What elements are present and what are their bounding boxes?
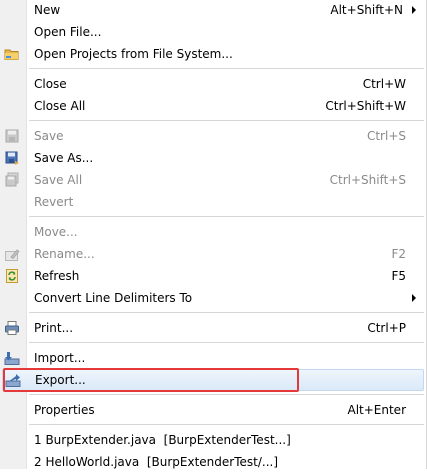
file-menu: New Alt+Shift+N Open File... Open Projec… (0, 0, 427, 469)
menu-item-move-label: Move... (34, 225, 78, 239)
menu-item-convert-label: Convert Line Delimiters To (34, 291, 193, 305)
menu-item-save-all[interactable]: Save All Ctrl+Shift+S (0, 169, 427, 191)
menu-item-export[interactable]: Export... (2, 369, 424, 391)
menu-separator (29, 68, 424, 69)
menu-item-close-all[interactable]: Close All Ctrl+Shift+W (0, 95, 427, 117)
menu-item-save-as[interactable]: Save As... (0, 147, 427, 169)
menu-item-open-file-label: Open File... (34, 25, 102, 39)
menu-separator (29, 342, 424, 343)
menu-separator (29, 424, 424, 425)
refresh-icon (4, 268, 20, 284)
menu-item-properties[interactable]: Properties Alt+Enter (0, 399, 427, 421)
printer-icon (4, 320, 20, 336)
menu-item-open-projects-label: Open Projects from File System... (34, 47, 233, 61)
menu-item-import-label: Import... (34, 351, 86, 365)
menu-item-save-as-label: Save As... (34, 151, 94, 165)
menu-item-print-label: Print... (34, 321, 74, 335)
menu-item-convert-line-delimiters[interactable]: Convert Line Delimiters To (0, 287, 427, 309)
submenu-arrow-icon (412, 294, 416, 302)
menu-item-print-shortcut: Ctrl+P (367, 321, 406, 335)
menu-item-refresh-shortcut: F5 (391, 269, 406, 283)
menu-item-close-all-label: Close All (34, 99, 86, 113)
menu-item-open-file[interactable]: Open File... (0, 21, 427, 43)
menu-item-properties-shortcut: Alt+Enter (347, 403, 406, 417)
menu-item-revert[interactable]: Revert (0, 191, 427, 213)
save-icon (4, 128, 20, 144)
menu-separator (29, 312, 424, 313)
menu-item-new-shortcut: Alt+Shift+N (330, 3, 403, 17)
menu-item-print[interactable]: Print... Ctrl+P (0, 317, 427, 339)
menu-item-properties-label: Properties (34, 403, 95, 417)
menu-item-new-label: New (34, 3, 61, 17)
menu-item-rename-label: Rename... (34, 247, 95, 261)
menu-item-recent-file-2-label: 2 HelloWorld.java [BurpExtenderTest/...] (34, 455, 279, 469)
menu-item-close[interactable]: Close Ctrl+W (0, 73, 427, 95)
menu-item-recent-file-2[interactable]: 2 HelloWorld.java [BurpExtenderTest/...] (0, 451, 427, 473)
submenu-arrow-icon (412, 6, 416, 14)
menu-item-refresh[interactable]: Refresh F5 (0, 265, 427, 287)
menu-item-save-all-label: Save All (34, 173, 83, 187)
menu-item-save[interactable]: Save Ctrl+S (0, 125, 427, 147)
menu-item-save-label: Save (34, 129, 64, 143)
menu-item-export-label: Export... (35, 373, 86, 387)
menu-item-rename-shortcut: F2 (391, 247, 406, 261)
menu-item-recent-file-1-label: 1 BurpExtender.java [BurpExtenderTest...… (34, 433, 291, 447)
menu-item-new[interactable]: New Alt+Shift+N (0, 0, 427, 21)
menu-item-close-shortcut: Ctrl+W (362, 77, 406, 91)
menu-item-save-all-shortcut: Ctrl+Shift+S (329, 173, 406, 187)
menu-item-revert-label: Revert (34, 195, 74, 209)
menu-item-recent-file-1[interactable]: 1 BurpExtender.java [BurpExtenderTest...… (0, 429, 427, 451)
menu-item-open-projects[interactable]: Open Projects from File System... (0, 43, 427, 65)
export-icon (5, 372, 21, 388)
menu-item-close-all-shortcut: Ctrl+Shift+W (325, 99, 406, 113)
menu-item-move[interactable]: Move... (0, 221, 427, 243)
save-all-icon (4, 172, 20, 188)
menu-item-refresh-label: Refresh (34, 269, 80, 283)
menu-item-import[interactable]: Import... (0, 347, 427, 369)
menu-item-close-label: Close (34, 77, 67, 91)
save-as-icon (4, 150, 20, 166)
folder-icon (4, 46, 20, 62)
menu-separator (29, 216, 424, 217)
menu-separator (29, 120, 424, 121)
menu-item-save-shortcut: Ctrl+S (366, 129, 406, 143)
import-icon (4, 350, 20, 366)
menu-item-rename[interactable]: Rename... F2 (0, 243, 427, 265)
menu-separator (29, 394, 424, 395)
rename-icon (4, 246, 20, 262)
